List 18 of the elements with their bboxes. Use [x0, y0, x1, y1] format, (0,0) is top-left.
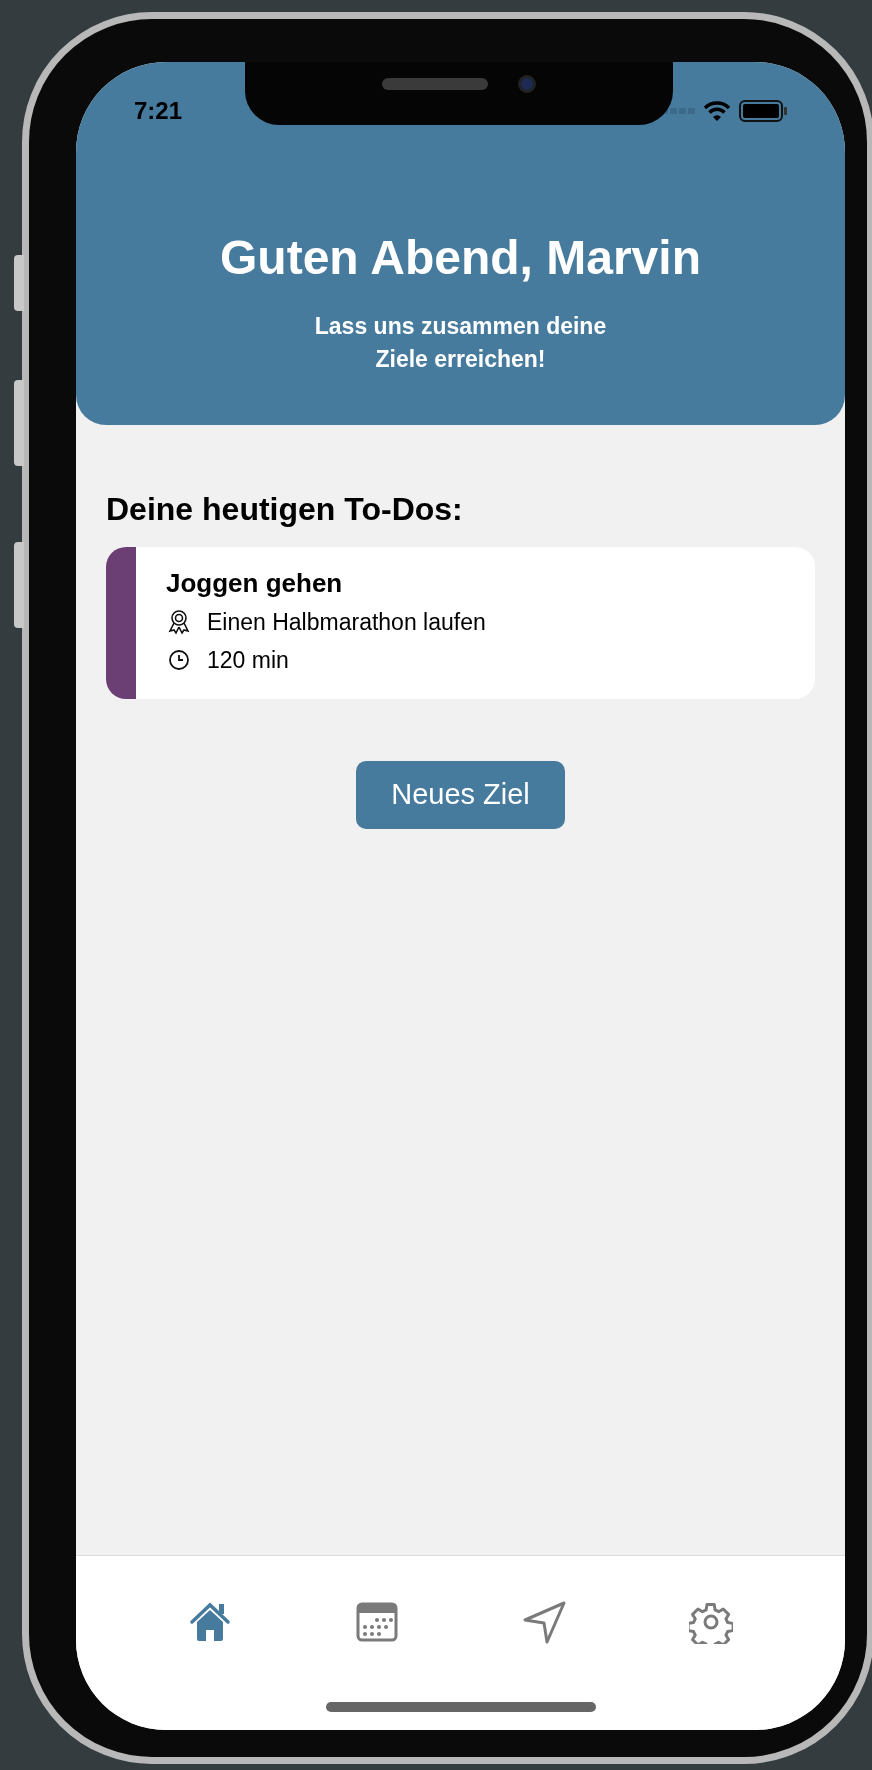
greeting-subtitle: Lass uns zusammen deine Ziele erreichen! [314, 312, 607, 374]
todo-card[interactable]: Joggen gehen Einen Halbmarathon laufen 120 min [106, 547, 815, 699]
section-heading: Deine heutigen To-Dos: [106, 490, 464, 529]
calendar-icon [354, 1600, 399, 1644]
greeting-title: Guten Abend, Marvin [220, 230, 701, 286]
new-goal-button[interactable]: Neues Ziel [356, 761, 565, 829]
battery-icon [739, 100, 787, 122]
duration-text: 120 min [207, 645, 289, 675]
award-icon [167, 609, 191, 635]
status-time: 7:21 [134, 96, 183, 126]
home-icon [187, 1600, 232, 1644]
navigation-arrow-icon [522, 1600, 567, 1644]
clock-icon [168, 649, 190, 671]
camera-lens [518, 74, 536, 93]
settings-icon [689, 1600, 734, 1644]
wifi-icon [703, 101, 731, 121]
goal-text: Einen Halbmarathon laufen [207, 607, 486, 637]
todo-title: Joggen gehen [166, 567, 344, 600]
